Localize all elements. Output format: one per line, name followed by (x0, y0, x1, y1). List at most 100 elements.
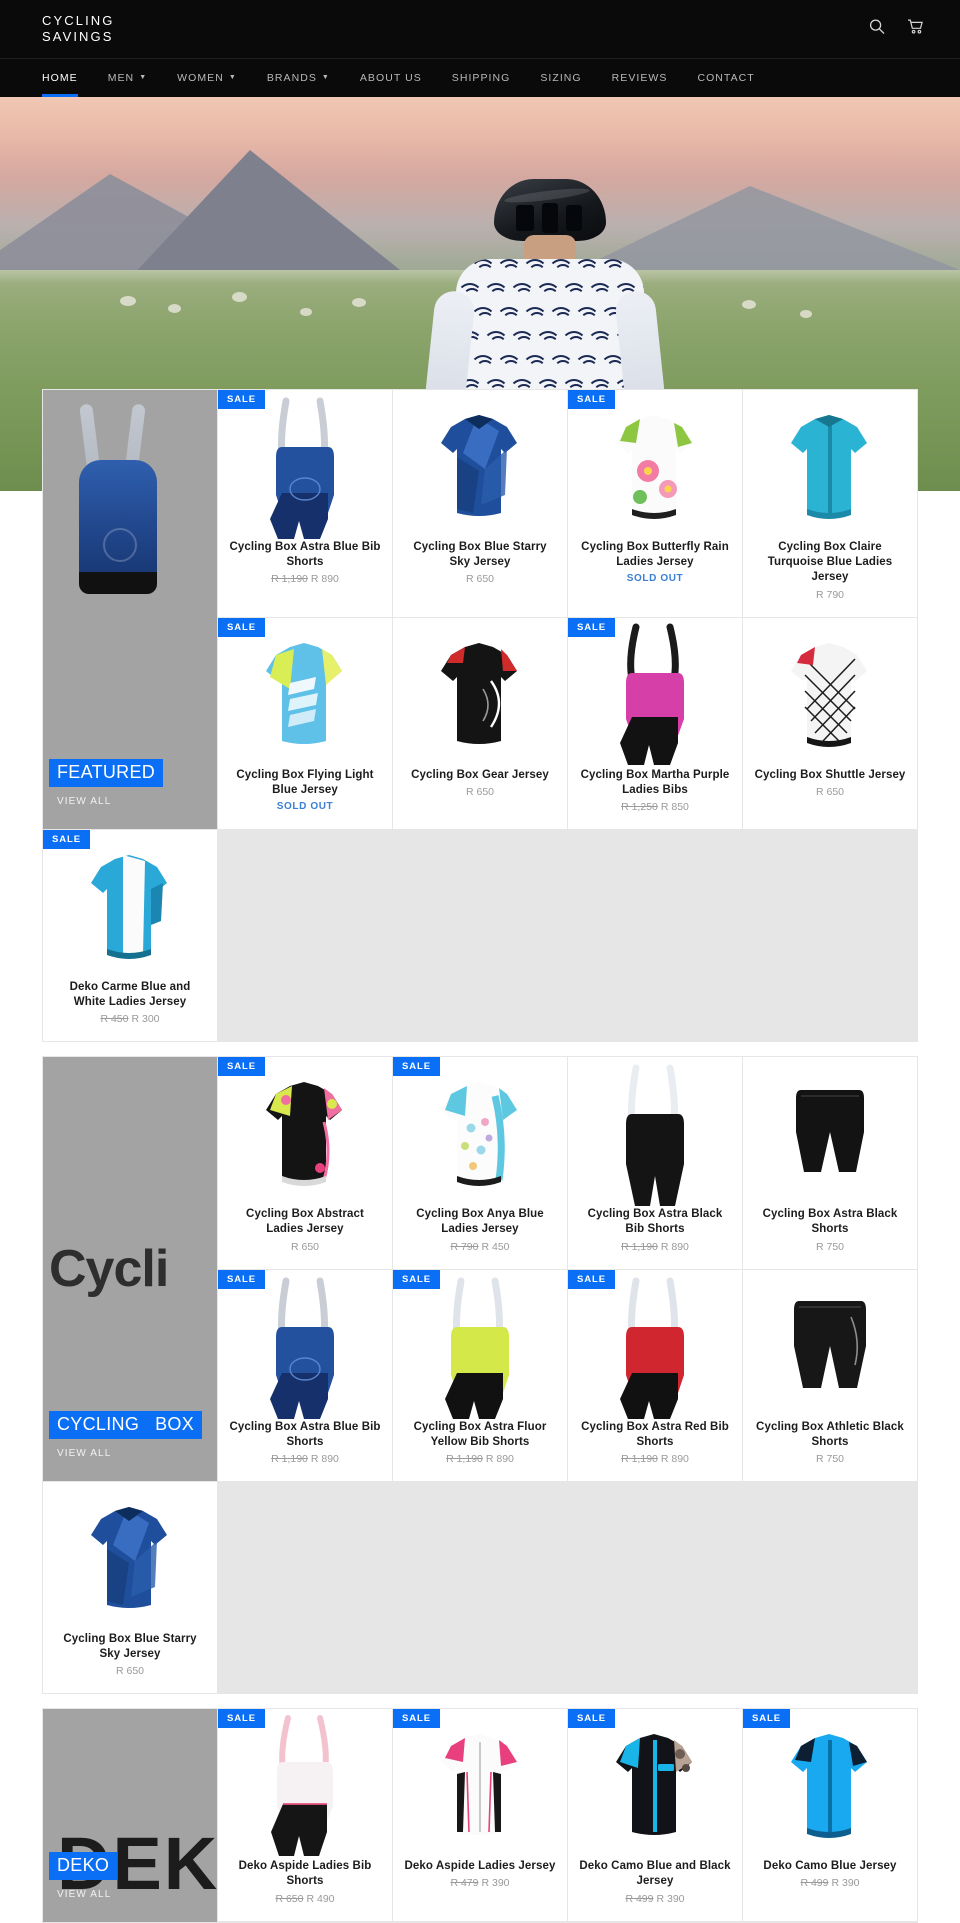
product-card[interactable]: SALE Cycling Box Astra Fluor Yellow Bib … (393, 1269, 567, 1481)
product-grid: FEATURED VIEW ALL SALE Cycling Box Astra B… (42, 389, 918, 1043)
product-card[interactable]: Cycling Box Gear Jersey R 650 (393, 617, 567, 829)
product-price: R 650 R 490 (275, 1893, 334, 1905)
product-card[interactable]: Cycling Box Astra Black Bib Shorts R 1,19… (568, 1057, 742, 1269)
product-price: R 1,250 R 850 (621, 801, 689, 813)
product-card[interactable]: SALE Cycling Box Abstract Ladies Jersey R… (218, 1057, 392, 1269)
collection-promo-tile[interactable]: Cycli CYCLING BOX VIEW ALL (43, 1057, 217, 1481)
collection-section: FEATURED VIEW ALL SALE Cycling Box Astra B… (0, 389, 960, 1043)
product-price-original: R 1,250 (621, 800, 658, 813)
product-image (753, 1723, 907, 1851)
product-card[interactable]: SALE Cycling Box Astra Red Bib Shorts R 1… (568, 1269, 742, 1481)
product-card[interactable]: Cycling Box Athletic Black Shorts R 750 (743, 1269, 917, 1481)
collection-view-all-link[interactable]: VIEW ALL (57, 796, 111, 807)
cart-icon[interactable] (907, 19, 924, 40)
collection-view-all-link[interactable]: VIEW ALL (57, 1889, 111, 1900)
nav-item-label: SIZING (540, 72, 582, 84)
product-title: Cycling Box Athletic Black Shorts (756, 1420, 904, 1448)
sale-badge: SALE (218, 1057, 265, 1077)
product-card[interactable]: Cycling Box Shuttle Jersey R 650 (743, 617, 917, 829)
product-price-current: R 750 (815, 1452, 845, 1465)
product-card[interactable]: SALE Cycling Box Martha Purple Ladies Bi… (568, 617, 742, 829)
product-price-current: R 890 (310, 573, 339, 586)
product-title: Cycling Box Astra Blue Bib Shorts (229, 541, 381, 569)
product-price-current: R 890 (660, 1240, 689, 1253)
sale-badge: SALE (568, 1709, 615, 1729)
product-title: Deko Carme Blue and White Ladies Jersey (69, 980, 191, 1009)
site-header: CYCLING SAVINGS (0, 0, 960, 58)
chevron-down-icon: ▼ (321, 73, 330, 81)
nav-item-reviews[interactable]: REVIEWS (597, 59, 683, 97)
sale-badge: SALE (743, 1709, 790, 1729)
product-card[interactable]: SALE Deko Camo Blue and Black Jersey R 49… (568, 1709, 742, 1921)
site-logo[interactable]: CYCLING SAVINGS (42, 13, 115, 45)
product-card[interactable]: SALE Deko Camo Blue Jersey R 499 R 390 (743, 1709, 917, 1921)
collection-promo-tile[interactable]: FEATURED VIEW ALL (43, 390, 217, 829)
product-image (403, 1071, 557, 1199)
collection-title-line: BOX (147, 1411, 203, 1439)
product-price-current: R 890 (660, 1452, 689, 1465)
nav-item-label: WOMEN (177, 72, 224, 84)
sold-out-label: SOLD OUT (276, 800, 334, 812)
product-image (753, 1284, 907, 1412)
product-price-original: R 1,190 (271, 1452, 308, 1465)
nav-item-home[interactable]: HOME (42, 59, 93, 97)
product-price-original: R 650 (275, 1892, 304, 1905)
product-card[interactable]: SALE Deko Carme Blue and White Ladies Je… (43, 829, 217, 1042)
product-title: Cycling Box Blue Starry Sky Jersey (413, 541, 547, 569)
product-price: R 1,190 R 890 (446, 1453, 514, 1465)
sale-badge: SALE (393, 1269, 440, 1289)
nav-item-sizing[interactable]: SIZING (525, 59, 596, 97)
nav-item-women[interactable]: WOMEN ▼ (162, 59, 252, 97)
product-image (403, 1723, 557, 1851)
product-card[interactable]: SALE Deko Aspide Ladies Bib Shorts R 650 R… (218, 1709, 392, 1921)
nav-item-about-us[interactable]: ABOUT US (345, 59, 437, 97)
product-card[interactable]: Cycling Box Claire Turquoise Blue Ladies… (743, 390, 917, 617)
search-icon[interactable] (869, 19, 885, 40)
product-price-current: R 650 (290, 1240, 320, 1253)
product-image (578, 404, 732, 532)
collection-view-all-link[interactable]: VIEW ALL (57, 1448, 111, 1459)
product-price: R 499 R 390 (800, 1877, 859, 1889)
chevron-down-icon: ▼ (228, 73, 237, 81)
product-title: Cycling Box Flying Light Blue Jersey (236, 768, 374, 796)
sale-badge: SALE (568, 390, 615, 409)
product-price: R 450 R 300 (100, 1013, 159, 1025)
collection-promo-tile[interactable]: DEK DEKO VIEW ALL (43, 1709, 217, 1922)
product-card[interactable]: Cycling Box Blue Starry Sky Jersey R 650 (43, 1481, 217, 1694)
product-card[interactable]: Cycling Box Astra Black Shorts R 750 (743, 1057, 917, 1269)
product-price: R 750 (816, 1241, 844, 1253)
product-grid: DEK DEKO VIEW ALL SALE Deko Aspide Ladies B… (42, 1708, 918, 1923)
product-image (228, 1277, 382, 1419)
product-title: Cycling Box Blue Starry Sky Jersey (63, 1632, 197, 1661)
product-card[interactable]: SALE Cycling Box Butterfly Rain Ladies J… (568, 390, 742, 617)
product-title: Cycling Box Martha Purple Ladies Bibs (580, 768, 730, 796)
nav-item-men[interactable]: MEN ▼ (93, 59, 162, 97)
nav-item-shipping[interactable]: SHIPPING (437, 59, 526, 97)
collection-section: Cycli CYCLING BOX VIEW ALL SALE Cycling Box … (0, 1056, 960, 1695)
product-price-original: R 499 (625, 1892, 654, 1905)
product-image (228, 397, 382, 539)
product-title: Cycling Box Astra Red Bib Shorts (581, 1420, 729, 1448)
product-title: Deko Camo Blue Jersey (763, 1860, 897, 1873)
product-price-current: R 490 (306, 1892, 335, 1905)
product-card[interactable]: SALE Deko Aspide Ladies Jersey R 479 R 390 (393, 1709, 567, 1921)
product-image (753, 1071, 907, 1199)
product-card[interactable]: SALE Cycling Box Anya Blue Ladies Jersey… (393, 1057, 567, 1269)
sale-badge: SALE (568, 617, 615, 637)
sale-badge: SALE (218, 1709, 265, 1729)
product-price-original: R 1,190 (621, 1452, 658, 1465)
product-price: R 479 R 390 (450, 1877, 509, 1889)
product-card[interactable]: SALE Cycling Box Flying Light Blue Jerse… (218, 617, 392, 829)
nav-item-contact[interactable]: CONTACT (682, 59, 769, 97)
product-title: Cycling Box Gear Jersey (411, 768, 549, 781)
product-price: R 499 R 390 (625, 1893, 684, 1905)
product-card[interactable]: SALE Cycling Box Astra Blue Bib Shorts R … (218, 1269, 392, 1481)
sale-badge: SALE (218, 390, 265, 409)
hero-mountain (130, 150, 410, 279)
header-actions (869, 19, 924, 40)
product-price: R 1,190 R 890 (621, 1453, 689, 1465)
nav-item-brands[interactable]: BRANDS ▼ (252, 59, 345, 97)
product-price-current: R 650 (465, 785, 495, 798)
product-card[interactable]: Cycling Box Blue Starry Sky Jersey R 650 (393, 390, 567, 617)
product-card[interactable]: SALE Cycling Box Astra Blue Bib Shorts R … (218, 390, 392, 617)
